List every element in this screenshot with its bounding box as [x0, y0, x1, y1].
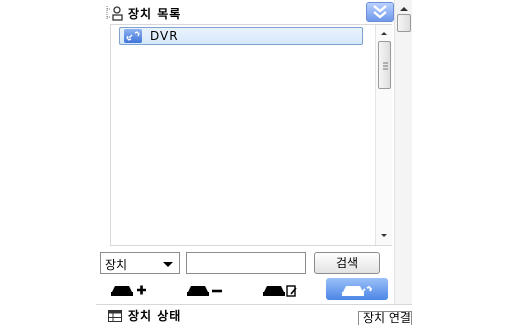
search-button[interactable]: 검색 [314, 252, 380, 274]
search-filter-select[interactable]: 장치 [100, 252, 180, 274]
device-list: DVR [110, 24, 392, 246]
search-button-label: 검색 [335, 256, 359, 270]
tab-device-connect[interactable]: 장치 연결 [358, 311, 412, 325]
connect-device-icon [342, 285, 373, 297]
tab-device-connect-label: 장치 연결 [363, 311, 411, 325]
device-status-bar: 장치 상태 장치 연결 [96, 304, 412, 325]
list-item-label: DVR [150, 29, 179, 43]
outer-scrollbar[interactable] [394, 0, 412, 305]
list-item[interactable]: DVR [119, 27, 363, 45]
search-input[interactable] [186, 252, 306, 274]
scroll-down-arrow-icon[interactable] [378, 231, 390, 241]
list-scroll-thumb[interactable] [378, 41, 391, 89]
tree-icon [106, 6, 123, 21]
device-list-title: 장치 목록 [128, 7, 182, 21]
outer-scroll-thumb[interactable] [397, 14, 411, 32]
device-status-title: 장치 상태 [128, 309, 182, 323]
link-device-icon [124, 29, 142, 43]
edit-device-icon [263, 285, 297, 297]
chevron-down-icon [163, 262, 173, 267]
list-scrollbar[interactable] [375, 25, 392, 245]
add-device-button[interactable] [106, 278, 150, 300]
collapse-button[interactable] [366, 2, 394, 22]
device-list-header: 장치 목록 [96, 0, 394, 24]
add-device-icon [111, 285, 146, 296]
edit-device-button[interactable] [258, 278, 302, 300]
remove-device-button[interactable] [182, 278, 226, 300]
device-panel: 장치 목록 DVR 장치 검색 장치 상태 장치 연결 [96, 0, 412, 325]
connect-device-button[interactable] [326, 278, 388, 300]
remove-device-icon [187, 286, 222, 296]
search-filter-label: 장치 [105, 258, 128, 272]
scroll-up-arrow-icon[interactable] [378, 28, 390, 38]
double-chevron-down-icon [373, 5, 387, 19]
scroll-up-arrow-icon[interactable] [397, 4, 411, 14]
grid-icon [108, 310, 122, 322]
